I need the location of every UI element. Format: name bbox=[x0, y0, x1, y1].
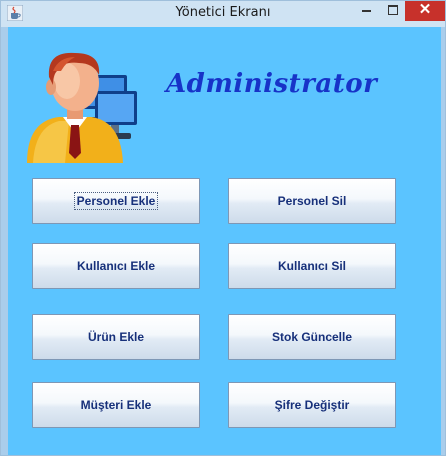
sifre-degistir-label: Şifre Değiştir bbox=[274, 398, 350, 412]
close-button[interactable]: ✕ bbox=[405, 1, 445, 21]
stok-guncelle-label: Stok Güncelle bbox=[271, 330, 353, 344]
urun-ekle-label: Ürün Ekle bbox=[87, 330, 144, 344]
main-panel: Administrator Personel Ekle Personel Sil… bbox=[8, 27, 441, 455]
administrator-avatar-icon bbox=[27, 52, 137, 163]
kullanici-sil-label: Kullanıcı Sil bbox=[277, 259, 346, 273]
admin-window: Yönetici Ekranı ✕ Administrator Personel… bbox=[0, 0, 446, 456]
kullanici-ekle-button[interactable]: Kullanıcı Ekle bbox=[32, 243, 200, 289]
musteri-ekle-label: Müşteri Ekle bbox=[80, 398, 152, 412]
personel-ekle-label: Personel Ekle bbox=[73, 192, 159, 210]
minimize-button[interactable] bbox=[353, 1, 379, 21]
title-bar[interactable]: Yönetici Ekranı ✕ bbox=[1, 1, 445, 27]
maximize-button[interactable] bbox=[380, 1, 406, 21]
urun-ekle-button[interactable]: Ürün Ekle bbox=[32, 314, 200, 360]
personel-sil-button[interactable]: Personel Sil bbox=[228, 178, 396, 224]
page-title: Administrator bbox=[166, 69, 378, 99]
personel-ekle-button[interactable]: Personel Ekle bbox=[32, 178, 200, 224]
sifre-degistir-button[interactable]: Şifre Değiştir bbox=[228, 382, 396, 428]
kullanici-sil-button[interactable]: Kullanıcı Sil bbox=[228, 243, 396, 289]
personel-sil-label: Personel Sil bbox=[277, 194, 347, 208]
kullanici-ekle-label: Kullanıcı Ekle bbox=[76, 259, 156, 273]
stok-guncelle-button[interactable]: Stok Güncelle bbox=[228, 314, 396, 360]
musteri-ekle-button[interactable]: Müşteri Ekle bbox=[32, 382, 200, 428]
